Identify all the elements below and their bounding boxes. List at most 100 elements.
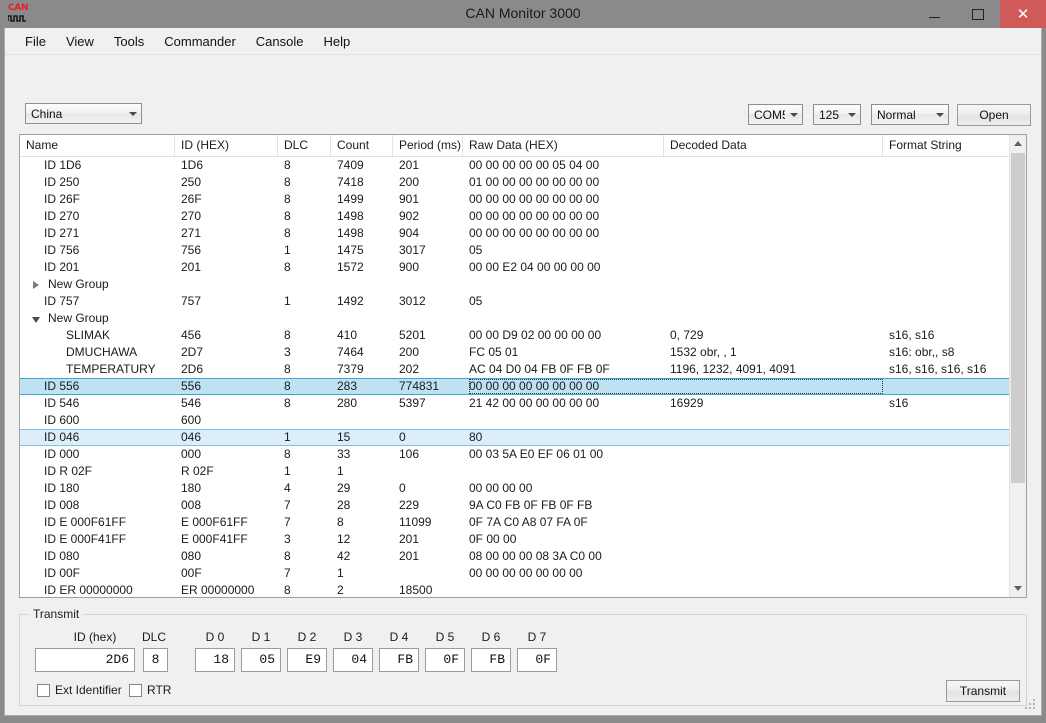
- table-row[interactable]: ID R 02F R 02F 1 1: [20, 463, 1010, 480]
- column-header-dlc[interactable]: DLC: [278, 135, 331, 156]
- table-row[interactable]: ID 080 080 8 42 201 08 00 00 00 08 3A C0 00: [20, 548, 1010, 565]
- cell-decoded-data: 16929: [670, 396, 704, 410]
- menu-item-tools[interactable]: Tools: [104, 30, 154, 53]
- cell-id-hex: 26F: [181, 192, 202, 206]
- scroll-down-button[interactable]: [1010, 580, 1026, 597]
- column-header-count[interactable]: Count: [331, 135, 393, 156]
- transmit-d1-input[interactable]: 05: [241, 648, 281, 672]
- table-row[interactable]: TEMPERATURY 2D6 8 7379 202 AC 04 D0 04 FB 0F …: [20, 361, 1010, 378]
- table-row[interactable]: ID 201 201 8 1572 900 00 00 E2 04 00 00 00 00: [20, 259, 1010, 276]
- cell-dlc: 8: [284, 226, 291, 240]
- cell-count: 1498: [337, 226, 364, 240]
- menu-item-help[interactable]: Help: [314, 30, 361, 53]
- cell-count: 283: [337, 379, 358, 393]
- ext-identifier-checkbox[interactable]: Ext Identifier: [37, 683, 122, 697]
- baudrate-select-value: 125: [819, 107, 840, 122]
- table-row[interactable]: ID 271 271 8 1498 904 00 00 00 00 00 00 00 00: [20, 225, 1010, 242]
- table-row[interactable]: ID 250 250 8 7418 200 01 00 00 00 00 00 00 00: [20, 174, 1010, 191]
- menu-item-file[interactable]: File: [15, 30, 56, 53]
- table-row[interactable]: ID 556 556 8 283 774831 00 00 00 00 00 00 00 …: [20, 378, 1010, 395]
- cell-id-hex: 2D6: [181, 362, 204, 376]
- table-vertical-scrollbar[interactable]: [1009, 135, 1026, 597]
- cell-dlc: 8: [284, 583, 291, 597]
- column-header-id-hex[interactable]: ID (HEX): [175, 135, 278, 156]
- table-row[interactable]: ID 008 008 7 28 229 9A C0 FB 0F FB 0F FB: [20, 497, 1010, 514]
- country-select-value: China: [31, 106, 63, 121]
- cell-dlc: 8: [284, 175, 291, 189]
- menu-item-commander[interactable]: Commander: [154, 30, 246, 53]
- minimize-button[interactable]: [912, 0, 956, 28]
- transmit-d2-input[interactable]: E9: [287, 648, 327, 672]
- transmit-d4-input[interactable]: FB: [379, 648, 419, 672]
- column-header-name[interactable]: Name: [20, 135, 175, 156]
- table-row[interactable]: ID 180 180 4 29 0 00 00 00 00: [20, 480, 1010, 497]
- transmit-dlc-input[interactable]: 8: [143, 648, 168, 672]
- table-group-row[interactable]: New Group: [20, 310, 1010, 327]
- table-row[interactable]: ID 1D6 1D6 8 7409 201 00 00 00 00 00 05 04 00: [20, 157, 1010, 174]
- transmit-d7-input[interactable]: 0F: [517, 648, 557, 672]
- table-group-row[interactable]: New Group: [20, 276, 1010, 293]
- cell-raw-data-hex: FC 05 01: [469, 345, 519, 359]
- maximize-button[interactable]: [956, 0, 1000, 28]
- cell-count: 7409: [337, 158, 364, 172]
- table-row[interactable]: ID 756 756 1 1475 3017 05: [20, 242, 1010, 259]
- chevron-down-icon: [931, 112, 948, 117]
- cell-id-hex: E 000F61FF: [181, 515, 248, 529]
- close-icon: ✕: [1016, 5, 1030, 23]
- transmit-d6-input[interactable]: FB: [471, 648, 511, 672]
- baudrate-select[interactable]: 125: [813, 104, 861, 125]
- table-row[interactable]: ID 00F 00F 7 1 00 00 00 00 00 00 00: [20, 565, 1010, 582]
- table-row[interactable]: ID 757 757 1 1492 3012 05: [20, 293, 1010, 310]
- table-row[interactable]: ID 270 270 8 1498 902 00 00 00 00 00 00 00 00: [20, 208, 1010, 225]
- table-row[interactable]: ID 000 000 8 33 106 00 03 5A E0 EF 06 01 00: [20, 446, 1010, 463]
- cell-period-ms: 200: [399, 175, 420, 189]
- mode-select[interactable]: Normal: [871, 104, 949, 125]
- column-header-decoded-data[interactable]: Decoded Data: [664, 135, 883, 156]
- transmit-button[interactable]: Transmit: [946, 680, 1020, 702]
- table-row[interactable]: ID 046 046 1 15 0 80: [20, 429, 1010, 446]
- table-row[interactable]: SLIMAK 456 8 410 5201 00 00 D9 02 00 00 00 00…: [20, 327, 1010, 344]
- cell-id-hex: 201: [181, 260, 202, 274]
- client-area: File View Tools Commander Cansole Help C…: [4, 28, 1042, 716]
- table-row[interactable]: ID 600 600: [20, 412, 1010, 429]
- expander-collapse-icon[interactable]: [32, 314, 42, 324]
- table-row[interactable]: ID 546 546 8 280 5397 21 42 00 00 00 00 00 00…: [20, 395, 1010, 412]
- com-port-select[interactable]: COM5: [748, 104, 803, 125]
- scroll-up-button[interactable]: [1010, 135, 1026, 152]
- scrollbar-thumb[interactable]: [1011, 153, 1025, 483]
- column-header-format-string[interactable]: Format String: [883, 135, 1026, 156]
- table-row[interactable]: ID 26F 26F 8 1499 901 00 00 00 00 00 00 00 00: [20, 191, 1010, 208]
- rtr-checkbox[interactable]: RTR: [129, 683, 171, 697]
- column-header-period-ms[interactable]: Period (ms): [393, 135, 463, 156]
- transmit-d2-label: D 2: [297, 630, 317, 644]
- cell-period-ms: 201: [399, 532, 420, 546]
- cell-raw-data-hex: 08 00 00 00 08 3A C0 00: [469, 549, 602, 563]
- transmit-d0-input[interactable]: 18: [195, 648, 235, 672]
- table-row[interactable]: DMUCHAWA 2D7 3 7464 200 FC 05 01 1532 obr, , 1…: [20, 344, 1010, 361]
- cell-raw-data-hex: 00 00 00 00: [469, 481, 533, 495]
- close-button[interactable]: ✕: [1000, 0, 1046, 28]
- transmit-d3-input[interactable]: 04: [333, 648, 373, 672]
- cell-raw-data-hex: 00 00 00 00 00 00 00 00: [469, 192, 600, 206]
- menu-item-view[interactable]: View: [56, 30, 104, 53]
- column-header-raw-data-hex[interactable]: Raw Data (HEX): [463, 135, 664, 156]
- open-button[interactable]: Open: [957, 104, 1031, 126]
- cell-period-ms: 774831: [399, 379, 440, 393]
- cell-name: ID 600: [44, 413, 80, 427]
- transmit-id-input[interactable]: 2D6: [35, 648, 135, 672]
- menu-item-cansole[interactable]: Cansole: [246, 30, 314, 53]
- cell-id-hex: 180: [181, 481, 202, 495]
- transmit-d5-input[interactable]: 0F: [425, 648, 465, 672]
- cell-name: ID R 02F: [44, 464, 93, 478]
- resize-grip[interactable]: [1025, 699, 1037, 711]
- application-window: CAN CAN Monitor 3000 ✕ File View Tools C…: [0, 0, 1046, 723]
- table-row[interactable]: ID E 000F61FF E 000F61FF 7 8 11099 0F 7A C0 A…: [20, 514, 1010, 531]
- table-row[interactable]: ID ER 00000000 ER 00000000 8 2 18500: [20, 582, 1010, 597]
- country-select[interactable]: China: [25, 103, 142, 124]
- expander-expand-icon[interactable]: [32, 280, 42, 290]
- table-row[interactable]: ID E 000F41FF E 000F41FF 3 12 201 0F 00 00: [20, 531, 1010, 548]
- transmit-d0-label: D 0: [205, 630, 225, 644]
- menu-bar: File View Tools Commander Cansole Help: [5, 28, 1041, 55]
- cell-name: ID 180: [44, 481, 80, 495]
- cell-dlc: 1: [284, 464, 291, 478]
